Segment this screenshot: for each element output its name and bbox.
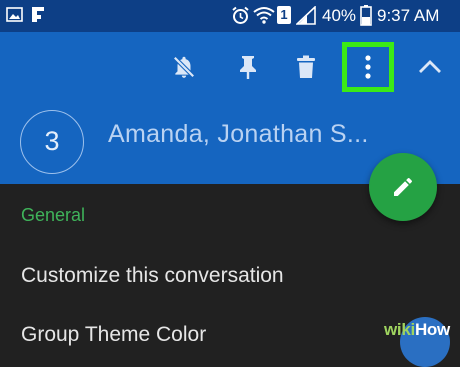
delete-icon[interactable] [294,54,318,80]
wikihow-watermark: wikiHow [384,320,450,339]
flipboard-icon [32,7,44,22]
signal-icon [296,6,316,25]
participant-count-avatar: 3 [20,110,84,174]
image-icon [6,7,23,22]
pin-icon[interactable] [236,54,260,80]
customize-conversation-item[interactable]: Customize this conversation [21,264,284,288]
battery-icon [360,5,372,26]
section-header-general: General [21,205,86,225]
collapse-icon[interactable] [417,57,443,77]
more-options-icon [365,55,371,79]
conversation-title: Amanda, Jonathan S... [108,120,369,148]
alarm-icon [232,6,249,24]
wifi-icon [253,7,275,24]
group-theme-color-item[interactable]: Group Theme Color [21,323,206,347]
clock: 9:37 AM [377,6,440,25]
status-bar: 1 40% 9:37 AM [0,0,460,32]
sim-icon: 1 [277,6,291,24]
edit-pencil-icon [394,177,413,196]
compose-fab[interactable] [369,153,437,221]
sim-slot-label: 1 [280,7,288,22]
more-options-button[interactable] [342,42,394,92]
battery-percent: 40% [322,6,357,25]
notifications-off-icon[interactable] [171,54,197,80]
